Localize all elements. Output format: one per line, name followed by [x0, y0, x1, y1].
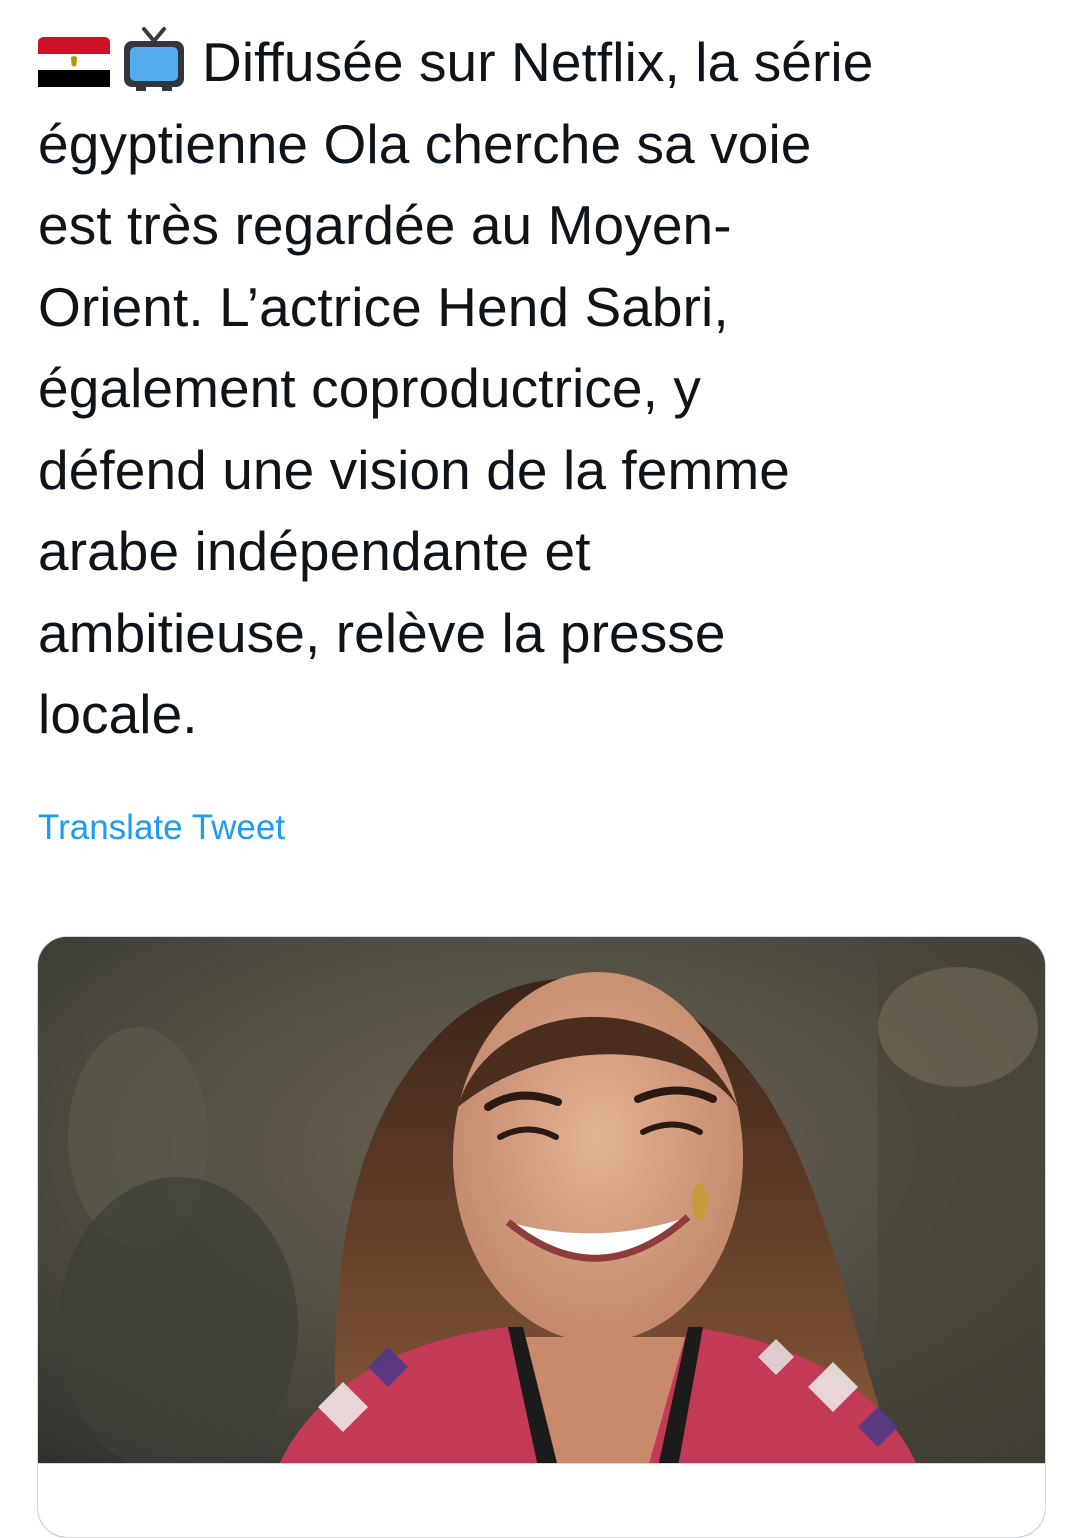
- tweet-line-1-text: Diffusée sur Netflix, la série: [202, 31, 874, 93]
- translate-tweet-link[interactable]: Translate Tweet: [38, 808, 285, 848]
- tweet-line-6: défend une vision de la femme: [38, 438, 790, 501]
- tweet-media-photo[interactable]: [37, 936, 1046, 1538]
- tweet-line-3: est très regardée au Moyen-: [38, 194, 732, 256]
- egypt-flag-icon: [38, 37, 110, 87]
- tweet-text: Diffusée sur Netflix, la série égyptienn…: [38, 22, 1048, 756]
- tweet-body: Diffusée sur Netflix, la série égyptienn…: [38, 22, 1048, 756]
- media-card-footer: [38, 1463, 1045, 1537]
- television-icon: [124, 27, 184, 91]
- tweet-line-1: Diffusée sur Netflix, la série: [38, 22, 1048, 104]
- tweet-line-7: arabe indépendante et: [38, 520, 591, 582]
- tweet-line-2: égyptienne Ola cherche sa voie: [38, 112, 812, 175]
- tweet-line-8: ambitieuse, relève la presse: [38, 601, 726, 664]
- tweet-line-4: Orient. L’actrice Hend Sabri,: [38, 275, 729, 338]
- tweet-line-5: également coproductrice, y: [38, 357, 701, 419]
- tweet-line-9: locale.: [38, 683, 198, 745]
- photo-of-smiling-woman-icon: [38, 937, 1045, 1467]
